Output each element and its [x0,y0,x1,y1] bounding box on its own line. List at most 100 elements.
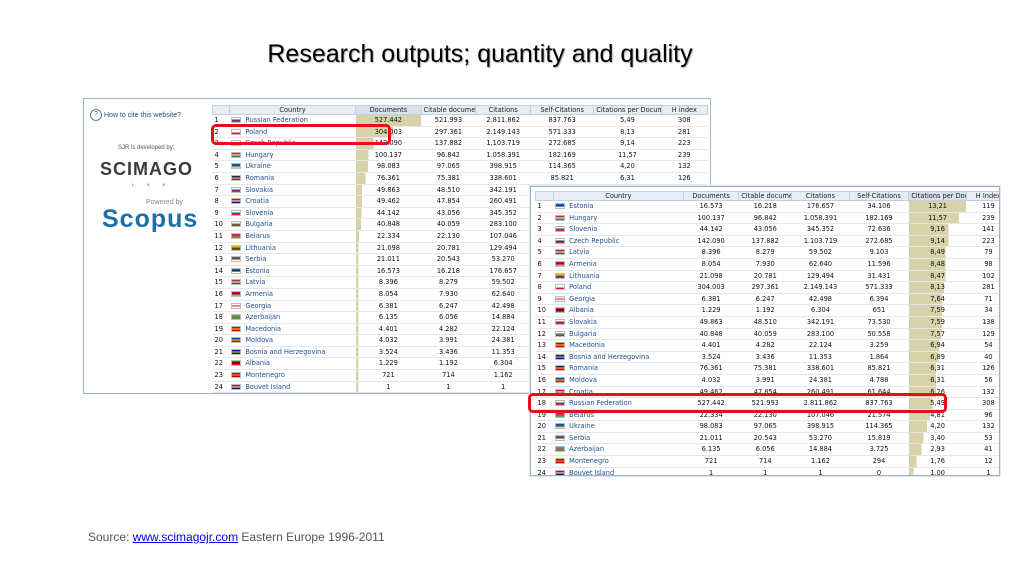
country-cell[interactable]: Lithuania [553,270,684,283]
country-cell[interactable]: Bosnia and Herzegovina [553,351,684,364]
country-value: Albania [245,359,270,368]
citable-documents-cell: 47.854 [421,195,476,208]
country-cell[interactable]: Macedonia [229,323,356,336]
citable-documents-value: 20.543 [753,433,777,442]
country-header[interactable]: Country [228,105,357,115]
citable-documents-cell: 40.059 [738,328,792,341]
citations-per-document-value: 1,76 [930,457,945,466]
rank-value: 10 [537,306,546,315]
country-cell[interactable]: Georgia [229,300,356,313]
citations-header[interactable]: Citations [791,191,850,201]
country-cell[interactable]: Moldova [229,334,356,347]
citations-cell: 1.103.719 [791,235,850,248]
citations-cell: 283.100 [791,328,850,341]
self-citations-cell: 0 [849,467,909,475]
flag-icon [555,260,566,267]
h-index-header[interactable]: H index [660,105,709,115]
citations-cell: 129.494 [791,270,850,283]
documents-cell: 21.098 [683,270,739,283]
cite-link[interactable]: ? How to cite this website? [90,109,181,121]
country-cell[interactable]: Slovakia [553,316,684,329]
country-cell[interactable]: Romania [229,172,356,185]
citable-documents-cell: 20.543 [421,253,476,266]
self-citations-header[interactable]: Self-Citations [530,105,595,115]
documents-cell: 16.573 [355,265,422,278]
documents-cell: 4.032 [683,374,739,387]
country-cell[interactable]: Hungary [229,149,356,162]
citable-documents-cell: 48.510 [421,184,476,197]
country-cell[interactable]: Armenia [553,258,684,271]
citations-per-document-cell: 2,93 [908,443,967,457]
citations-per-document-header[interactable]: Citations per Document [908,191,967,201]
country-cell[interactable]: Latvia [229,276,356,289]
rank-cell: 13 [212,253,230,266]
country-cell[interactable]: Serbia [553,432,684,445]
citations-value: 342.191 [489,185,517,194]
country-cell[interactable]: Slovakia [229,184,356,197]
country-cell[interactable]: Georgia [553,293,684,306]
country-cell[interactable]: Belarus [229,230,356,243]
self-citations-cell: 15.819 [849,432,909,445]
h-index-header[interactable]: H Index [965,191,999,201]
country-cell[interactable]: Slovenia [553,223,684,236]
table-row: 4 Czech Republic 142.090 137.882 1.103.719 27… [535,235,999,248]
country-cell[interactable]: Azerbaijan [229,311,356,324]
country-header[interactable]: Country [552,191,685,201]
country-cell[interactable]: Romania [553,362,684,375]
country-cell[interactable]: Poland [553,281,684,294]
country-cell[interactable]: Montenegro [229,369,356,382]
country-cell[interactable]: Estonia [553,200,684,213]
country-cell[interactable]: Slovenia [229,207,356,220]
flag-icon [231,232,242,239]
self-citations-header[interactable]: Self-Citations [848,191,910,201]
citations-per-document-header[interactable]: Citations per Document [593,105,662,115]
country-cell[interactable]: Armenia [229,288,356,301]
documents-value: 100.137 [697,213,725,222]
rank-cell: 14 [212,265,230,278]
documents-cell: 21.011 [683,432,739,445]
country-cell[interactable]: Bouvet Island [553,467,684,476]
country-cell[interactable]: Montenegro [553,455,684,468]
country-cell[interactable]: Bulgaria [553,328,684,341]
citations-header[interactable]: Citations [475,105,532,115]
country-cell[interactable]: Bosnia and Herzegovina [229,346,356,359]
country-cell[interactable]: Lithuania [229,242,356,255]
citable-documents-cell: 7.930 [421,288,476,301]
citations-per-document-cell: 7,57 [908,328,967,341]
country-cell[interactable]: Ukraine [229,160,356,173]
flag-icon [231,151,242,158]
country-cell[interactable]: Czech Republic [553,235,684,248]
h-index-cell: 129 [966,328,999,341]
country-cell[interactable]: Azerbaijan [553,443,684,457]
source-link[interactable]: www.scimagojr.com [133,530,238,544]
country-cell[interactable]: Macedonia [553,339,684,352]
country-cell[interactable]: Croatia [229,195,356,208]
flag-icon [231,267,242,274]
rank-value: 13 [537,341,546,350]
citable-documents-header[interactable]: Citable documents [420,105,477,115]
country-cell[interactable]: Ukraine [553,420,684,433]
citations-cell: 1.058.391 [475,149,531,162]
documents-cell: 100.137 [683,212,739,225]
country-value: Bouvet Island [569,468,615,476]
documents-value: 76.361 [699,364,723,373]
citable-documents-cell: 6.056 [738,443,792,457]
documents-header[interactable]: Documents [683,191,740,201]
country-cell[interactable]: Serbia [229,253,356,266]
citations-cell: 129.494 [475,242,531,255]
country-cell[interactable]: Bouvet Island [229,381,356,393]
country-cell[interactable]: Albania [553,304,684,317]
rank-cell: 1 [535,200,554,213]
citable-documents-value: 1 [763,468,768,476]
country-cell[interactable]: Hungary [553,212,684,225]
country-cell[interactable]: Moldova [553,374,684,387]
country-cell[interactable]: Bulgaria [229,218,356,231]
country-cell[interactable]: Albania [229,357,356,371]
citable-documents-header[interactable]: Citable documents [738,191,793,201]
documents-header[interactable]: Documents [355,105,422,115]
country-cell[interactable]: Latvia [553,246,684,259]
flag-icon [555,214,566,221]
citations-value: 1.103.719 [803,236,838,245]
rank-value: 19 [214,324,223,333]
country-cell[interactable]: Estonia [229,265,356,278]
